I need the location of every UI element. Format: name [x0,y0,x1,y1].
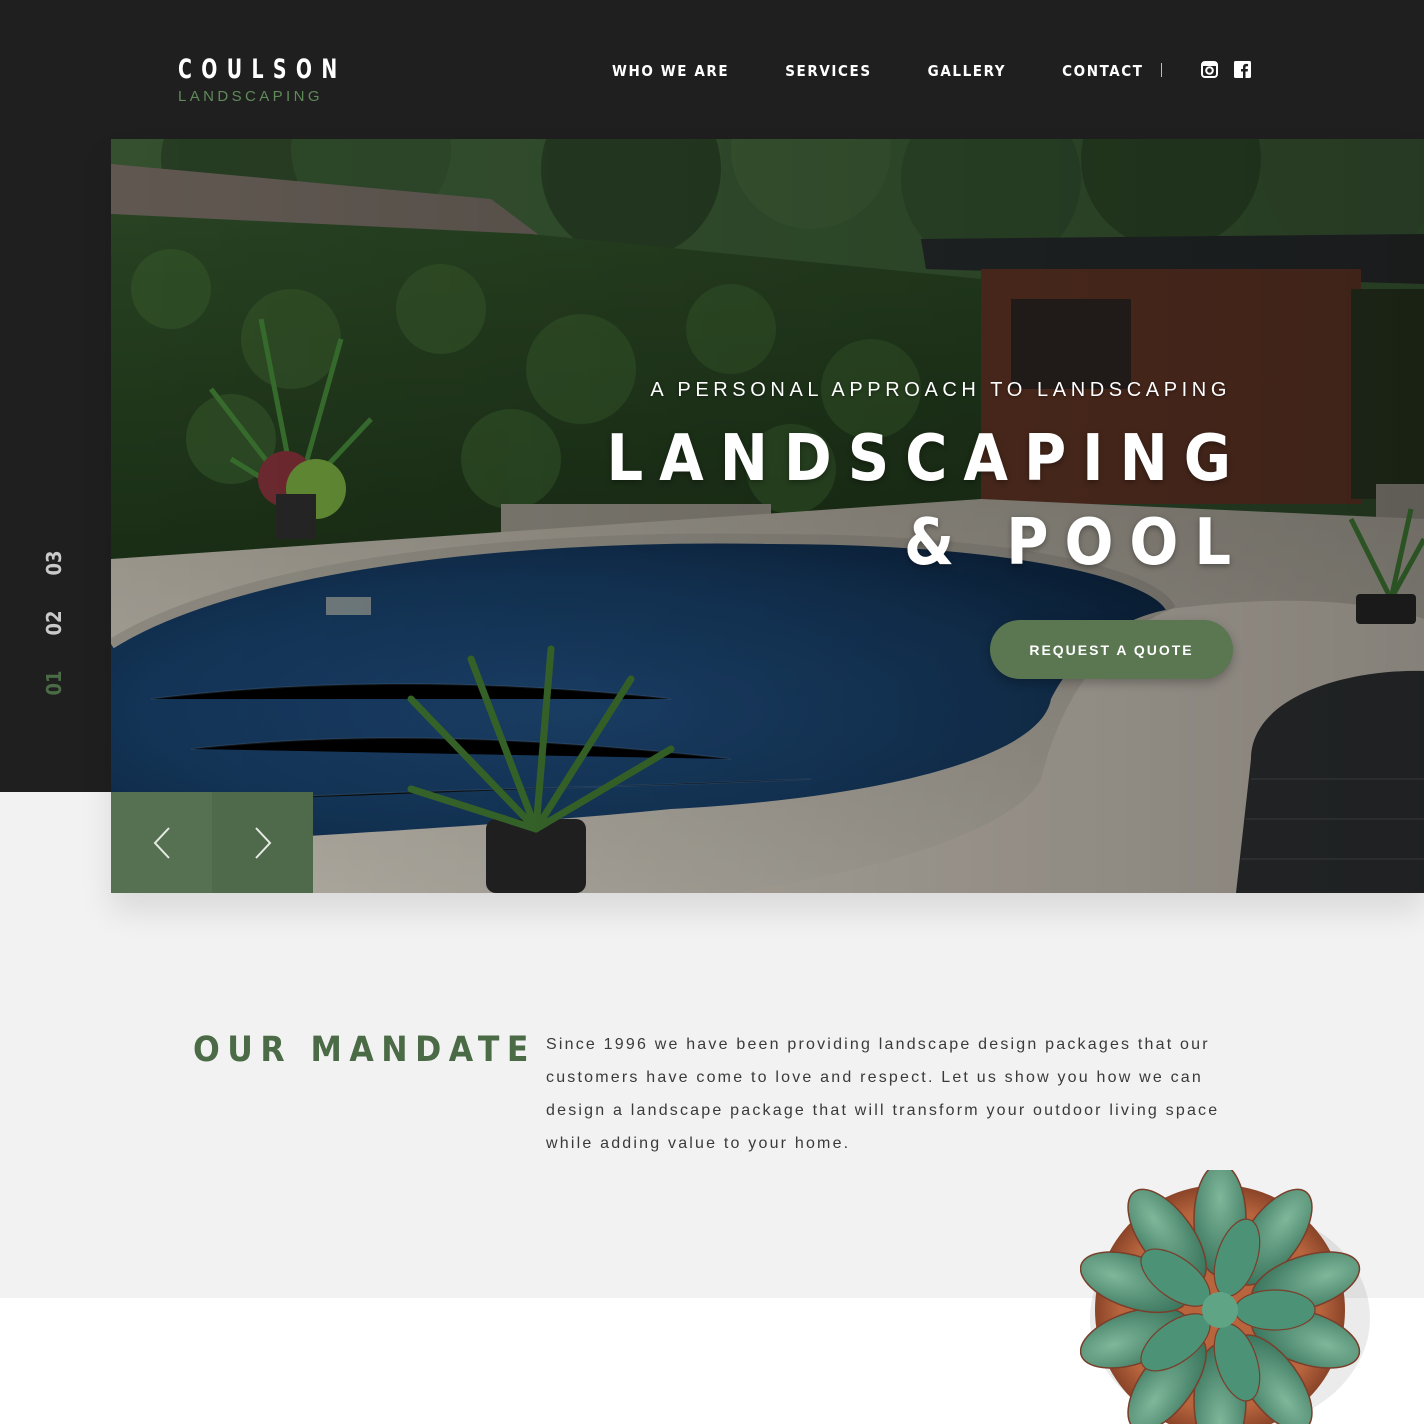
request-quote-button[interactable]: REQUEST A QUOTE [990,620,1233,679]
chevron-right-icon [254,826,271,859]
slide-indicator-02[interactable]: 02 [39,609,69,637]
succulent-image [1080,1170,1370,1424]
chevron-left-icon [153,826,170,859]
hero-title-line1: LANDSCAPING [606,422,1247,496]
hero-slide: A PERSONAL APPROACH TO LANDSCAPING LANDS… [111,139,1424,893]
facebook-icon[interactable] [1234,61,1251,78]
logo-name: COULSON [178,54,347,85]
logo[interactable]: COULSON LANDSCAPING [178,54,394,105]
nav-services[interactable]: SERVICES [785,62,871,80]
main-nav: WHO WE ARE SERVICES GALLERY CONTACT [612,60,1144,82]
mandate-heading: OUR MANDATE [193,1030,536,1070]
slide-indicator-01[interactable]: 01 [39,669,69,697]
nav-divider [1161,63,1162,77]
slide-indicator-03[interactable]: 03 [39,549,69,577]
nav-who-we-are[interactable]: WHO WE ARE [612,62,729,80]
hero-title: LANDSCAPING & POOL [606,417,1247,585]
slider-prev-button[interactable] [111,792,212,893]
nav-gallery[interactable]: GALLERY [928,62,1006,80]
hero-title-line2: & POOL [904,506,1247,580]
instagram-icon[interactable] [1201,61,1218,78]
hero-kicker: A PERSONAL APPROACH TO LANDSCAPING [650,379,1231,401]
logo-tagline: LANDSCAPING [178,88,323,105]
mandate-text: Since 1996 we have been providing landsc… [546,1036,1220,1152]
nav-contact[interactable]: CONTACT [1062,62,1143,80]
slider-next-button[interactable] [212,792,313,893]
